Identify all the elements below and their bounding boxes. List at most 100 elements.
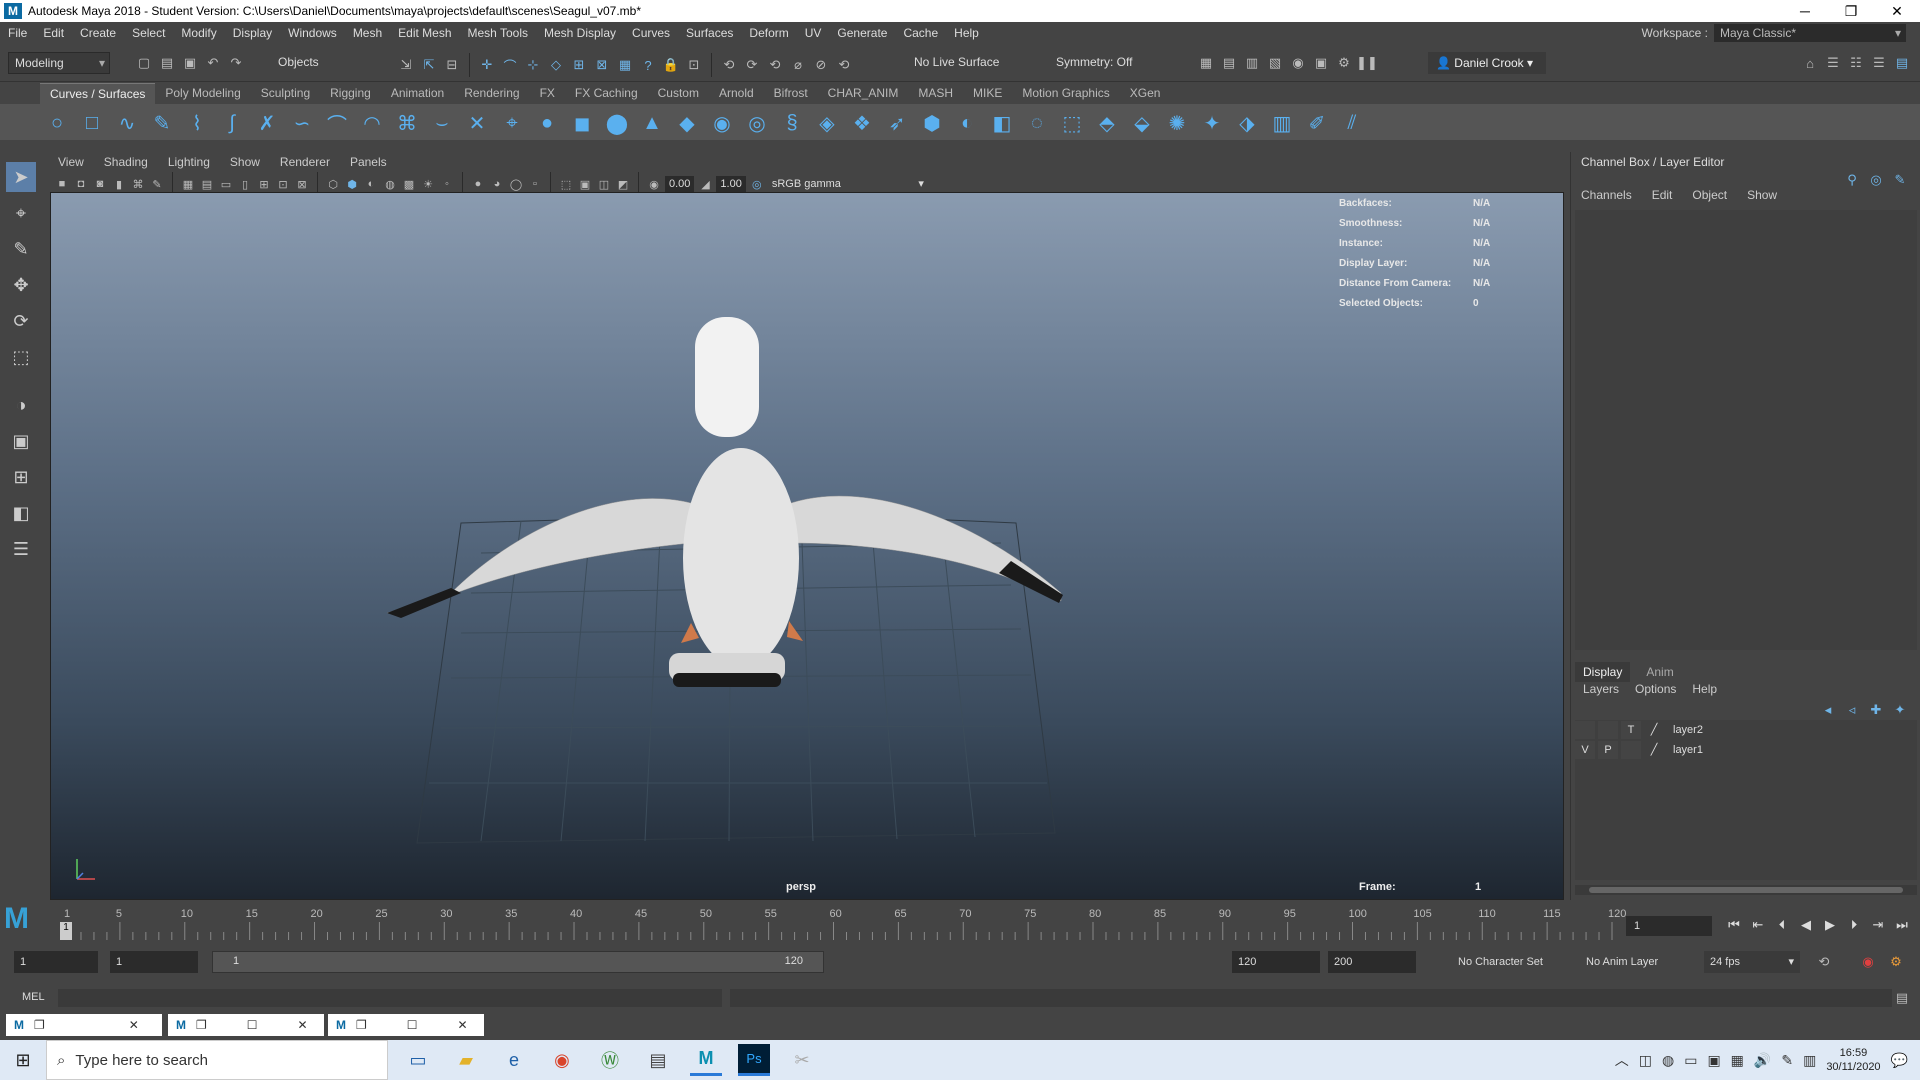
windows-start-icon[interactable]: ⊞ bbox=[0, 1050, 46, 1071]
fps-dropdown[interactable]: 24 fps ▾ bbox=[1704, 951, 1800, 973]
smooth-shade-icon[interactable]: ⬢ bbox=[344, 175, 360, 193]
revolve-icon[interactable]: ◎ bbox=[744, 110, 770, 136]
select-hierarchy-icon[interactable]: ⇲ bbox=[396, 55, 416, 75]
attach-curves-icon[interactable]: ⌒ bbox=[324, 110, 350, 137]
camera-attributes-icon[interactable]: ◘ bbox=[73, 175, 89, 193]
shelf-tab-fx-caching[interactable]: FX Caching bbox=[565, 83, 648, 104]
construction-history-icon[interactable]: ⌀ bbox=[788, 55, 808, 75]
maximize-icon[interactable]: ☐ bbox=[247, 1018, 258, 1032]
play-forward-icon[interactable]: ▶ bbox=[1820, 914, 1840, 936]
shelf-tab-poly-modeling[interactable]: Poly Modeling bbox=[155, 83, 250, 104]
loft-icon[interactable]: § bbox=[779, 110, 805, 136]
cb-settings-icon[interactable]: ✎ bbox=[1890, 170, 1910, 190]
workspace-dropdown[interactable]: Maya Classic* bbox=[1714, 24, 1906, 42]
move-tool-icon[interactable]: ✥ bbox=[6, 270, 36, 300]
menu-edit[interactable]: Edit bbox=[35, 26, 72, 40]
snap-point-icon[interactable]: ⊹ bbox=[523, 55, 543, 75]
nurbs-torus-icon[interactable]: ◉ bbox=[709, 110, 735, 136]
film-gate-icon[interactable]: ▤ bbox=[199, 175, 215, 193]
menu-mesh-display[interactable]: Mesh Display bbox=[536, 26, 624, 40]
shelf-tab-mash[interactable]: MASH bbox=[908, 83, 963, 104]
command-input[interactable] bbox=[58, 989, 722, 1007]
motion-blur-icon[interactable]: ◕ bbox=[489, 175, 505, 193]
shelf-tab-rendering[interactable]: Rendering bbox=[454, 83, 529, 104]
nurbs-plane-icon[interactable]: ◆ bbox=[674, 110, 700, 136]
outliner-icon[interactable]: ☰ bbox=[6, 534, 36, 564]
exposure-field[interactable]: 0.00 bbox=[665, 176, 695, 192]
last-tool-icon[interactable]: ◑ bbox=[6, 390, 36, 420]
snap-settings-icon[interactable]: ⊡ bbox=[684, 55, 704, 75]
trim-tool-icon[interactable]: ◌ bbox=[1024, 110, 1050, 136]
pause-icon[interactable]: ❚❚ bbox=[1356, 53, 1378, 73]
tray-expand-icon[interactable]: ︿ bbox=[1615, 1050, 1629, 1070]
birail-icon[interactable]: ➶ bbox=[884, 110, 910, 136]
rebuild-curve-icon[interactable]: ◠ bbox=[359, 110, 385, 136]
animation-start-field[interactable]: 1 bbox=[14, 951, 98, 973]
maya-taskbar-icon[interactable]: M bbox=[690, 1044, 722, 1076]
wireframe-icon[interactable]: ⬡ bbox=[325, 175, 341, 193]
gamma-field[interactable]: 1.00 bbox=[716, 176, 746, 192]
cb-menu-edit[interactable]: Edit bbox=[1642, 188, 1683, 202]
menu-create[interactable]: Create bbox=[72, 26, 124, 40]
minimize-button[interactable]: ─ bbox=[1782, 0, 1828, 22]
menu-display[interactable]: Display bbox=[225, 26, 280, 40]
menu-generate[interactable]: Generate bbox=[829, 26, 895, 40]
render-settings-icon[interactable]: ▧ bbox=[1265, 53, 1285, 73]
layer-tab-display[interactable]: Display bbox=[1575, 662, 1631, 682]
script-editor-icon[interactable]: ▤ bbox=[1892, 988, 1912, 1008]
select-component-icon[interactable]: ⊟ bbox=[442, 55, 462, 75]
curve-edit-icon[interactable]: ✗ bbox=[254, 110, 280, 136]
layer-color-swatch[interactable]: ╱ bbox=[1644, 721, 1664, 739]
intersect-curve-icon[interactable]: ✕ bbox=[464, 110, 490, 136]
panel-menu-panels[interactable]: Panels bbox=[340, 155, 397, 169]
taskbar-search-box[interactable]: ⌕ Type here to search bbox=[46, 1040, 388, 1080]
volume-icon[interactable]: 🔊 bbox=[1754, 1052, 1771, 1069]
select-tool-icon[interactable]: ➤ bbox=[6, 162, 36, 192]
new-layer-icon[interactable]: ✚ bbox=[1866, 700, 1886, 720]
new-layer-selected-icon[interactable]: ✦ bbox=[1890, 700, 1910, 720]
layer-menu-layers[interactable]: Layers bbox=[1575, 682, 1627, 696]
paint-select-tool-icon[interactable]: ✎ bbox=[6, 234, 36, 264]
minimized-window[interactable]: M ❐ ☐ ✕ bbox=[168, 1014, 324, 1036]
character-set-dropdown[interactable]: No Character Set bbox=[1452, 951, 1572, 973]
layer-visibility-toggle[interactable]: V bbox=[1575, 741, 1595, 759]
persp-outliner-layout-icon[interactable]: ◧ bbox=[6, 498, 36, 528]
open-scene-icon[interactable]: ▤ bbox=[157, 53, 177, 73]
auto-key-icon[interactable]: ◉ bbox=[1858, 952, 1878, 972]
antialiasing-icon[interactable]: ◯ bbox=[508, 175, 524, 193]
loop-icon[interactable]: ⟲ bbox=[1814, 952, 1834, 972]
menu-mesh-tools[interactable]: Mesh Tools bbox=[460, 26, 536, 40]
step-back-key-icon[interactable]: ⇤ bbox=[1748, 914, 1768, 936]
boundary-icon[interactable]: ◐ bbox=[954, 110, 980, 136]
shelf-tab-animation[interactable]: Animation bbox=[381, 83, 454, 104]
save-scene-icon[interactable]: ▣ bbox=[180, 53, 200, 73]
curve-tools-icon[interactable]: ⌖ bbox=[499, 110, 525, 136]
attach-surfaces-icon[interactable]: ⬗ bbox=[1234, 110, 1260, 136]
playback-start-field[interactable]: 1 bbox=[110, 951, 198, 973]
shelf-tab-fx[interactable]: FX bbox=[530, 83, 565, 104]
tray-display-icon[interactable]: ▭ bbox=[1684, 1052, 1697, 1069]
move-layer-down-icon[interactable]: ◃ bbox=[1842, 700, 1862, 720]
ipr-render-icon[interactable]: ▥ bbox=[1242, 53, 1262, 73]
step-forward-key-icon[interactable]: ⇥ bbox=[1868, 914, 1888, 936]
menu-cache[interactable]: Cache bbox=[895, 26, 946, 40]
menu-curves[interactable]: Curves bbox=[624, 26, 678, 40]
cb-menu-show[interactable]: Show bbox=[1737, 188, 1787, 202]
select-camera-icon[interactable]: ■ bbox=[54, 175, 70, 193]
snap-together-icon[interactable]: ? bbox=[638, 55, 658, 75]
restore-icon[interactable]: ❐ bbox=[196, 1018, 207, 1032]
tray-drive-icon[interactable]: ▣ bbox=[1707, 1052, 1720, 1069]
isolate-select-icon[interactable]: ⬚ bbox=[558, 175, 574, 193]
panel-menu-shading[interactable]: Shading bbox=[94, 155, 158, 169]
safe-action-icon[interactable]: ⊡ bbox=[275, 175, 291, 193]
snap-live-icon[interactable]: ⊞ bbox=[569, 55, 589, 75]
restore-icon[interactable]: ❐ bbox=[356, 1018, 367, 1032]
cb-lock-icon[interactable]: ⚲ bbox=[1842, 170, 1862, 190]
pencil-curve-icon[interactable]: ✎ bbox=[149, 110, 175, 136]
layer-tab-anim[interactable]: Anim bbox=[1638, 662, 1681, 682]
shelf-tab-char-anim[interactable]: CHAR_ANIM bbox=[818, 83, 909, 104]
gamma-icon[interactable]: ◢ bbox=[697, 175, 713, 193]
render-history-icon[interactable]: ⟲ bbox=[834, 55, 854, 75]
close-button[interactable]: ✕ bbox=[1874, 0, 1920, 22]
menu-file[interactable]: File bbox=[0, 26, 35, 40]
